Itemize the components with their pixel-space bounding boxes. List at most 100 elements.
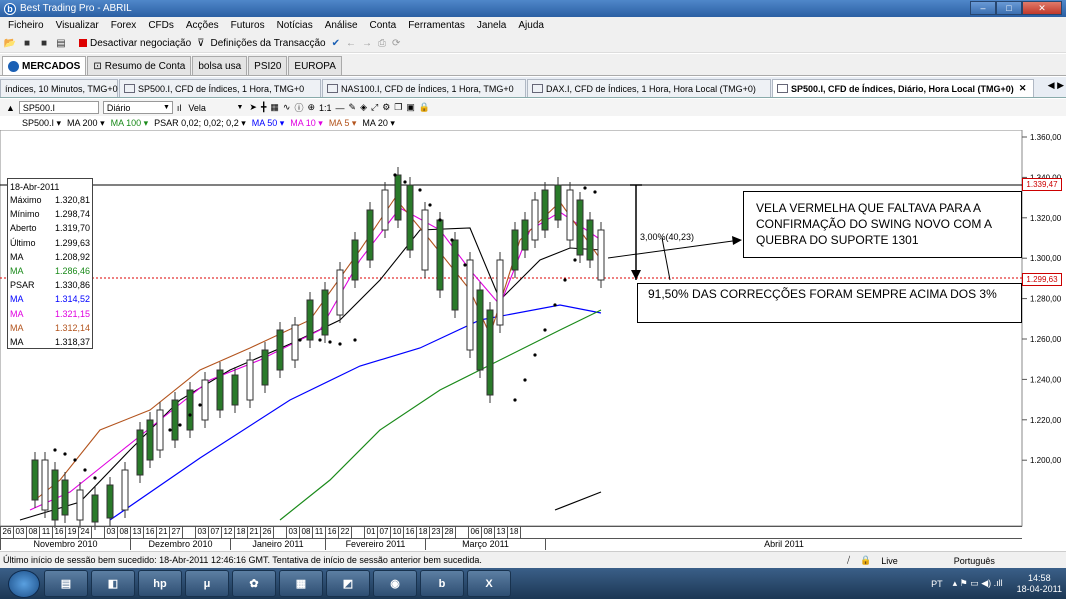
menu-item[interactable]: Análise: [325, 20, 358, 31]
language-indicator[interactable]: PT: [931, 579, 943, 589]
chart-tab-active[interactable]: SP500.I, CFD de Índices, Diário, Hora Lo…: [772, 79, 1034, 97]
taskbar-firefox[interactable]: ◉: [373, 570, 417, 597]
refresh-icon[interactable]: ⟳: [392, 38, 400, 49]
candle-body: [366, 209, 374, 261]
chart-tab[interactable]: índices, 10 Minutos, TMG+0: [0, 79, 118, 97]
indicator-label[interactable]: MA 50 ▾: [252, 118, 285, 129]
menu-item[interactable]: Forex: [111, 20, 137, 31]
menu-item[interactable]: Ficheiro: [8, 20, 44, 31]
taskbar-app[interactable]: ✿: [232, 570, 276, 597]
menu-item[interactable]: Futuros: [231, 20, 265, 31]
candle-body: [554, 184, 562, 221]
clock[interactable]: 14:58 18-04-2011: [1017, 573, 1062, 595]
transaction-settings-button[interactable]: Definições da Transacção: [211, 38, 326, 49]
open-folder-icon[interactable]: 📂: [3, 36, 17, 50]
pencil-icon[interactable]: ✎: [349, 102, 357, 113]
candle-body: [41, 459, 49, 511]
print-icon[interactable]: ▤: [54, 36, 68, 50]
candle-body: [541, 189, 549, 231]
menu-item[interactable]: Visualizar: [56, 20, 99, 31]
chart-tab[interactable]: SP500.I, CFD de Índices, 1 Hora, TMG+0: [119, 79, 321, 97]
info-value: 1.299,63: [54, 237, 90, 248]
taskbar-app[interactable]: ◩: [326, 570, 370, 597]
symbol-select[interactable]: SP500.I: [18, 101, 99, 114]
taskbar-best-trading[interactable]: b: [420, 570, 464, 597]
menu-item[interactable]: Ajuda: [518, 20, 544, 31]
tab-mercados[interactable]: MERCADOS: [2, 56, 87, 75]
check-icon[interactable]: ✔: [332, 38, 340, 49]
status-message: Último início de sessão bem sucedido: 18…: [3, 555, 482, 565]
tab-resumo-conta[interactable]: ⊡ Resumo de Conta: [87, 56, 192, 75]
taskbar-hp[interactable]: hp: [138, 570, 182, 597]
forward-icon[interactable]: →: [362, 38, 372, 49]
language-status: Português: [953, 555, 995, 566]
tab-scroll-arrows[interactable]: ◀ ▶: [1048, 80, 1064, 91]
menu-item[interactable]: Janela: [477, 20, 506, 31]
crosshair-icon[interactable]: ╋: [261, 102, 266, 113]
info-icon[interactable]: ⓘ: [294, 101, 303, 114]
maximize-button[interactable]: □: [996, 1, 1022, 15]
x-tick-label: 16: [325, 527, 338, 538]
menu-item[interactable]: Ferramentas: [408, 20, 465, 31]
chart-tab[interactable]: DAX.I, CFD de Índices, 1 Hora, Hora Loca…: [527, 79, 771, 97]
chart-type-select[interactable]: Vela ▼: [185, 101, 245, 114]
close-tab-icon[interactable]: ✕: [1019, 83, 1027, 94]
close-button[interactable]: ✕: [1022, 1, 1062, 15]
deactivate-trading-button[interactable]: Desactivar negociação: [90, 38, 191, 49]
indicator-label[interactable]: PSAR 0,02; 0,02; 0,2 ▾: [154, 118, 246, 129]
save-all-icon[interactable]: ■: [37, 36, 51, 50]
x-tick-label: 18: [234, 527, 247, 538]
x-tick-label: 08: [26, 527, 39, 538]
menu-item[interactable]: Conta: [370, 20, 397, 31]
menu-item[interactable]: Acções: [186, 20, 219, 31]
x-tick-label: 10: [390, 527, 403, 538]
zoom-in-icon[interactable]: ⊕: [307, 102, 315, 113]
tab-europa[interactable]: EUROPA: [288, 56, 342, 75]
tab-bolsa-usa[interactable]: bolsa usa: [192, 56, 248, 75]
system-tray: PT ▴ ⚑ ▭ ◀) .ıll 14:58 18-04-2011: [931, 568, 1062, 599]
chart-tab[interactable]: NAS100.I, CFD de Índices, 1 Hora, TMG+0: [322, 79, 526, 97]
indicator-label[interactable]: MA 20 ▾: [362, 118, 395, 129]
cursor-icon[interactable]: ➤: [249, 102, 257, 113]
wave-icon[interactable]: ∿: [283, 102, 291, 113]
candle-body: [106, 484, 114, 519]
shapes-icon[interactable]: ◈: [360, 102, 367, 113]
gear-icon[interactable]: ⚙: [382, 102, 390, 113]
line-tool-icon[interactable]: —: [336, 103, 345, 113]
taskbar-explorer[interactable]: ▤: [44, 570, 88, 597]
indicator-label[interactable]: SP500.I ▾: [22, 118, 61, 129]
indicator-label[interactable]: MA 10 ▾: [290, 118, 323, 129]
start-button[interactable]: [8, 569, 40, 598]
fibonacci-icon[interactable]: ⤢: [371, 102, 378, 113]
tab-psi20[interactable]: PSI20: [248, 56, 288, 75]
one-to-one-icon[interactable]: 1:1: [319, 103, 332, 113]
taskbar-app[interactable]: ▦: [279, 570, 323, 597]
title-bar: b Best Trading Pro - ABRIL – □ ✕: [0, 0, 1066, 17]
candle-body: [336, 269, 344, 316]
back-icon[interactable]: ←: [346, 38, 356, 49]
info-key: Máximo: [10, 195, 42, 206]
menu-item[interactable]: Notícias: [277, 20, 313, 31]
indicator-icon[interactable]: ▦: [270, 102, 279, 113]
indicator-label[interactable]: MA 200 ▾: [67, 118, 105, 129]
menu-item[interactable]: CFDs: [148, 20, 174, 31]
tray-icons[interactable]: ▴ ⚑ ▭ ◀) .ıll: [953, 578, 1003, 589]
lock-icon[interactable]: 🔒: [419, 102, 430, 113]
print-preview-icon[interactable]: ⎙: [378, 38, 386, 49]
period-select[interactable]: Diário ▼: [102, 101, 173, 114]
minimize-button[interactable]: –: [970, 1, 996, 15]
copy-icon[interactable]: ❐: [394, 102, 402, 113]
info-row: MA 1.314,52: [10, 292, 90, 306]
indicator-label[interactable]: MA 100 ▾: [111, 118, 149, 129]
psar-dot: [188, 413, 192, 417]
chart-menu-icon[interactable]: ▲: [6, 103, 15, 113]
layers-icon[interactable]: ▣: [406, 102, 415, 113]
x-tick-label: [455, 527, 468, 538]
taskbar-utorrent[interactable]: μ: [185, 570, 229, 597]
save-icon[interactable]: ■: [20, 36, 34, 50]
indicator-label[interactable]: MA 5 ▾: [329, 118, 357, 129]
month-label: Março 2011: [425, 539, 545, 550]
x-axis-filler: [520, 527, 1022, 538]
taskbar-excel[interactable]: X: [467, 570, 511, 597]
taskbar-outlook[interactable]: ◧: [91, 570, 135, 597]
